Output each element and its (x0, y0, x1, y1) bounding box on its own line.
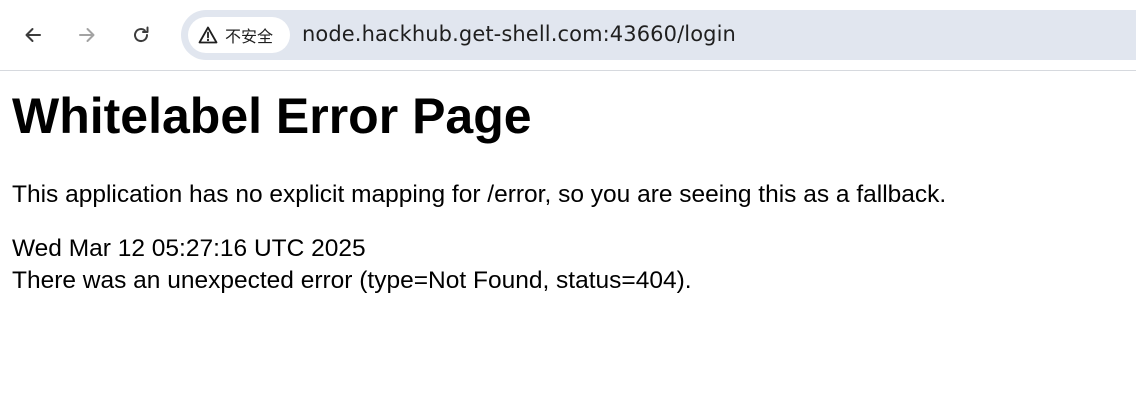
url-text[interactable]: node.hackhub.get-shell.com:43660/login (302, 22, 736, 46)
error-detail: There was an unexpected error (type=Not … (12, 267, 692, 294)
forward-button[interactable] (69, 17, 105, 53)
error-timestamp: Wed Mar 12 05:27:16 UTC 2025 (12, 235, 366, 262)
security-indicator-button[interactable]: 不安全 (188, 17, 290, 53)
reload-icon (131, 25, 151, 45)
reload-button[interactable] (123, 17, 159, 53)
security-label: 不安全 (225, 27, 274, 46)
warning-triangle-icon (197, 24, 219, 46)
page-title: Whitelabel Error Page (12, 88, 532, 144)
back-button[interactable] (15, 17, 51, 53)
error-message: This application has no explicit mapping… (12, 181, 947, 208)
arrow-right-icon (77, 25, 97, 45)
browser-toolbar: 不安全 node.hackhub.get-shell.com:43660/log… (0, 0, 1136, 71)
arrow-left-icon (23, 25, 43, 45)
address-bar[interactable]: 不安全 node.hackhub.get-shell.com:43660/log… (181, 10, 1136, 60)
